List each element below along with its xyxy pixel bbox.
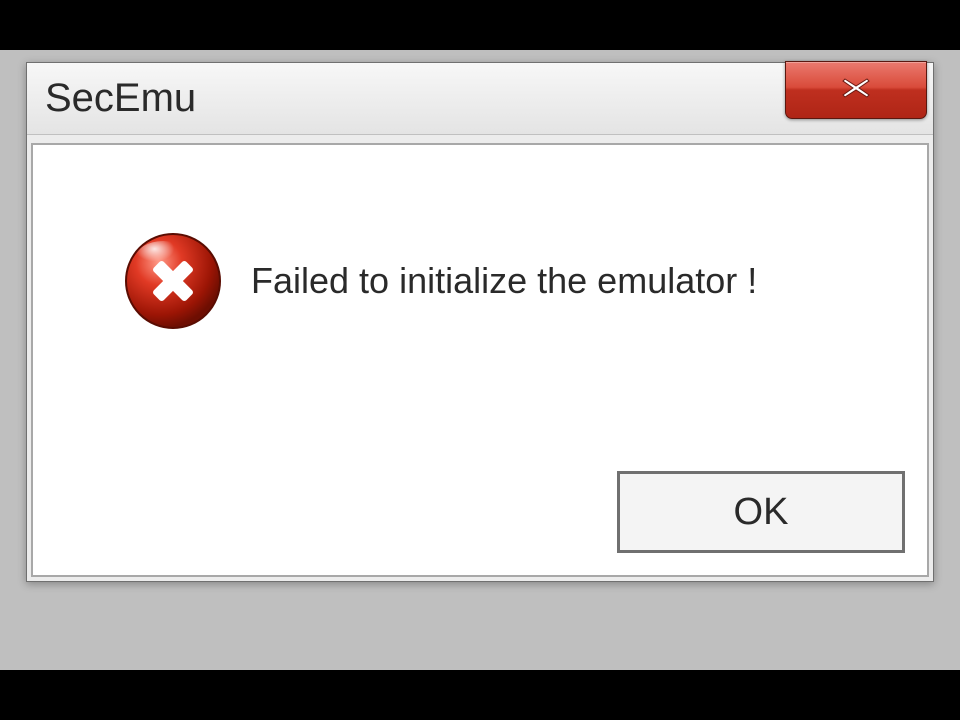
close-button[interactable] — [785, 61, 927, 119]
error-dialog: SecEmu — [26, 62, 934, 582]
dialog-content: Failed to initialize the emulator ! OK — [31, 143, 929, 577]
message-row: Failed to initialize the emulator ! — [33, 145, 927, 351]
error-icon — [123, 231, 223, 331]
button-row: OK — [617, 471, 905, 553]
close-icon — [841, 76, 871, 105]
dialog-title: SecEmu — [45, 76, 196, 121]
desktop-backdrop: SecEmu — [0, 50, 960, 670]
error-message: Failed to initialize the emulator ! — [251, 260, 757, 302]
titlebar[interactable]: SecEmu — [27, 63, 933, 135]
ok-button[interactable]: OK — [617, 471, 905, 553]
